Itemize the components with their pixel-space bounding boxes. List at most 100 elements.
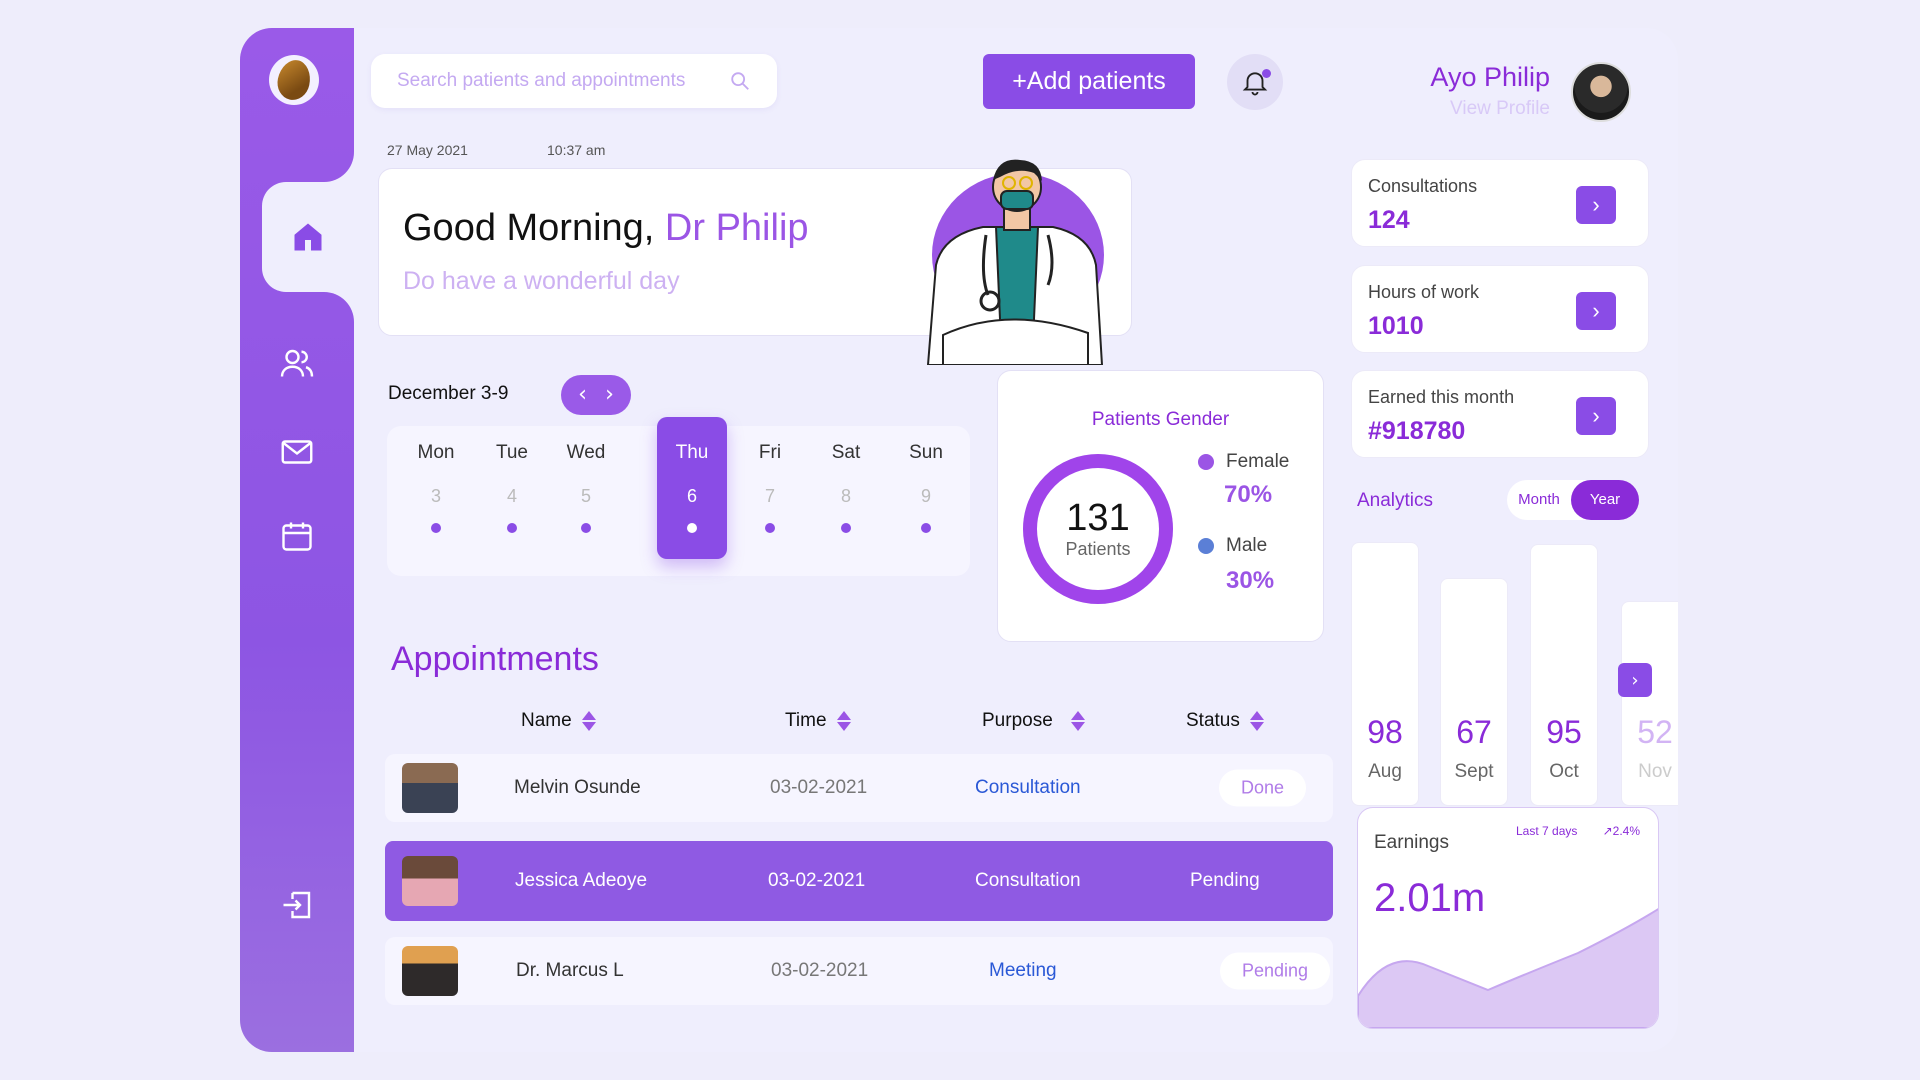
table-row-selected[interactable]: Jessica Adeoye 03-02-2021 Consultation P… [385, 841, 1333, 921]
earnings-label: Earnings [1374, 832, 1449, 853]
gender-card-title: Patients Gender [1091, 409, 1230, 430]
analytics-bar-oct[interactable]: 95 Oct [1530, 544, 1598, 806]
column-header-status[interactable]: Status [1186, 710, 1264, 732]
patient-name: Jessica Adeoye [515, 870, 648, 891]
calendar-day-thu[interactable]: Thu 6 [657, 417, 727, 559]
earnings-area-chart [1358, 908, 1658, 1028]
view-profile-link[interactable]: View Profile [1450, 98, 1550, 120]
toggle-month[interactable]: Month [1507, 480, 1571, 520]
stat-label: Earned this month [1368, 387, 1515, 407]
sort-icon [836, 711, 851, 731]
calendar-day-mon[interactable]: Mon 3 [401, 426, 471, 568]
male-percentage: 30% [1226, 567, 1275, 594]
sidebar [240, 28, 354, 1052]
earned-this-month-card: Earned this month #918780 › [1351, 370, 1649, 458]
sort-icon [1070, 711, 1085, 731]
earnings-growth: ↗2.4% [1602, 824, 1640, 838]
column-header-purpose[interactable]: Purpose [982, 710, 1085, 732]
search-icon[interactable] [729, 70, 751, 92]
nav-logout[interactable] [240, 870, 354, 940]
nav-calendar[interactable] [240, 501, 354, 571]
appointment-time: 03-02-2021 [768, 870, 866, 891]
legend-male: Male [1198, 535, 1267, 557]
week-calendar: Mon 3 Tue 4 Wed 5 Thu 6 Fri 7 Sat 8 Sun 9 [387, 417, 970, 576]
chevron-right-icon[interactable]: › [1576, 292, 1616, 330]
stat-value: #918780 [1368, 417, 1466, 445]
legend-female: Female [1198, 451, 1289, 473]
logo-mark [274, 57, 314, 103]
stat-value: 1010 [1368, 312, 1424, 340]
earnings-card: Earnings 2.01m Last 7 days ↗2.4% [1357, 807, 1659, 1029]
status-badge: Done [1219, 769, 1307, 807]
analytics-bar-sept[interactable]: 67 Sept [1440, 578, 1508, 806]
greeting-title: Good Morning, Dr Philip [403, 207, 809, 249]
appointment-time: 03-02-2021 [771, 960, 869, 981]
appointment-purpose[interactable]: Consultation [975, 777, 1081, 799]
greeting-subtitle: Do have a wonderful day [403, 267, 680, 295]
dashboard-app: +Add patients Ayo Philip View Profile 27… [240, 28, 1678, 1052]
notification-dot [1262, 69, 1271, 78]
doctor-illustration [926, 159, 1104, 365]
calendar-day-sat[interactable]: Sat 8 [811, 426, 881, 568]
column-header-time[interactable]: Time [785, 710, 851, 732]
calendar-icon [282, 522, 312, 551]
analytics-bar-nov[interactable]: 52 Nov [1621, 601, 1678, 806]
toggle-year[interactable]: Year [1571, 480, 1639, 520]
consultations-card: Consultations 124 › [1351, 159, 1649, 247]
current-time: 10:37 am [547, 142, 606, 158]
notifications-button[interactable] [1227, 54, 1283, 110]
calendar-day-tue[interactable]: Tue 4 [477, 426, 547, 568]
female-percentage: 70% [1224, 481, 1273, 508]
table-row[interactable]: Melvin Osunde 03-02-2021 Consultation Do… [385, 754, 1333, 822]
stat-label: Consultations [1368, 176, 1478, 196]
calendar-day-fri[interactable]: Fri 7 [735, 426, 805, 568]
app-logo[interactable] [269, 55, 319, 105]
analytics-next-icon[interactable]: › [1618, 663, 1652, 697]
doctor-name: Dr Philip [664, 207, 809, 249]
nav-home[interactable] [262, 182, 354, 292]
search-input[interactable] [397, 70, 729, 92]
search-bar[interactable] [371, 54, 777, 108]
sort-icon [581, 711, 596, 731]
nav-messages[interactable] [240, 417, 354, 487]
calendar-day-wed[interactable]: Wed 5 [551, 426, 621, 568]
earnings-period: Last 7 days [1516, 824, 1578, 838]
chevron-right-icon[interactable]: › [1576, 186, 1616, 224]
sort-icon [1249, 711, 1264, 731]
users-icon [280, 349, 314, 377]
period-toggle: Month Year [1507, 480, 1639, 520]
patient-avatar [402, 946, 458, 996]
add-patients-button[interactable]: +Add patients [983, 54, 1195, 109]
stat-label: Hours of work [1368, 282, 1480, 302]
patient-name: Melvin Osunde [514, 777, 641, 798]
chevron-right-icon[interactable]: › [1576, 397, 1616, 435]
patients-gender-card: Patients Gender 131 Patients Female 70% … [997, 370, 1324, 642]
total-patients-value: 131 [1066, 497, 1130, 539]
profile-name: Ayo Philip [1430, 62, 1550, 92]
hours-of-work-card: Hours of work 1010 › [1351, 265, 1649, 353]
status-badge: Pending [1190, 870, 1260, 891]
patient-avatar [402, 763, 458, 813]
appointment-purpose[interactable]: Consultation [975, 870, 1081, 892]
analytics-bar-aug[interactable]: 98 Aug [1351, 542, 1419, 806]
status-badge: Pending [1220, 952, 1331, 990]
logout-icon [283, 891, 311, 919]
analytics-title: Analytics [1357, 490, 1434, 511]
female-dot [1198, 454, 1214, 470]
nav-patients[interactable] [240, 328, 354, 398]
week-navigation: ‹ › [561, 375, 631, 415]
week-range-label: December 3-9 [388, 383, 509, 404]
calendar-day-sun[interactable]: Sun 9 [891, 426, 961, 568]
appointment-time: 03-02-2021 [770, 777, 868, 798]
appointment-purpose[interactable]: Meeting [989, 960, 1057, 982]
column-header-name[interactable]: Name [521, 710, 596, 732]
male-dot [1198, 538, 1214, 554]
next-week-button[interactable]: › [605, 384, 614, 406]
trend-up-icon: ↗ [1602, 824, 1613, 838]
table-row[interactable]: Dr. Marcus L 03-02-2021 Meeting Pending [385, 937, 1333, 1005]
patient-avatar [402, 856, 458, 906]
mail-icon [281, 440, 313, 464]
profile-avatar[interactable] [1571, 62, 1631, 122]
prev-week-button[interactable]: ‹ [578, 384, 587, 406]
total-patients-label: Patients [1065, 539, 1131, 559]
